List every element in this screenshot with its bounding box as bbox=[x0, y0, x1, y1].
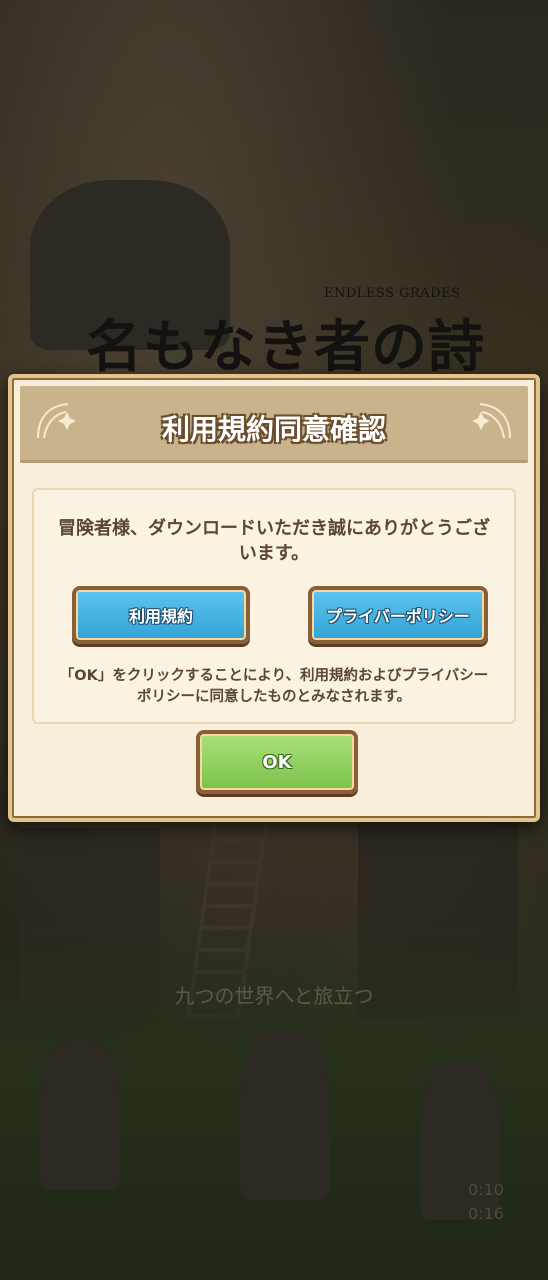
timer-top: 0:10 bbox=[468, 1180, 504, 1199]
ornament-icon bbox=[472, 403, 511, 439]
logo-subtitle: ENDLESS GRADES bbox=[324, 286, 461, 301]
ok-button[interactable]: OK bbox=[196, 730, 358, 794]
terms-consent-dialog: 利用規約同意確認 冒険者様、ダウンロードいただき誠にありがとうございます。 利用… bbox=[8, 374, 540, 822]
welcome-message: 冒険者様、ダウンロードいただき誠にありがとうございます。 bbox=[58, 518, 490, 564]
dialog-header: 利用規約同意確認 bbox=[20, 386, 528, 463]
game-logo: 名もなき者の詩 bbox=[86, 314, 485, 380]
character-sprite bbox=[240, 1030, 330, 1200]
character-sprite bbox=[40, 1040, 120, 1190]
tagline: 九つの世界へと旅立つ bbox=[174, 984, 374, 1008]
dialog-title: 利用規約同意確認 bbox=[161, 413, 386, 446]
timer-bottom: 0:16 bbox=[468, 1204, 504, 1223]
consent-notice: 「OK」をクリックすることにより、利用規約およびプライバシーポリシーに同意したも… bbox=[59, 668, 489, 705]
privacy-policy-button[interactable]: プライバーポリシー bbox=[308, 586, 488, 644]
terms-of-service-button[interactable]: 利用規約 bbox=[72, 586, 250, 644]
dialog-content: 冒険者様、ダウンロードいただき誠にありがとうございます。 利用規約 プライバーポ… bbox=[32, 488, 516, 724]
